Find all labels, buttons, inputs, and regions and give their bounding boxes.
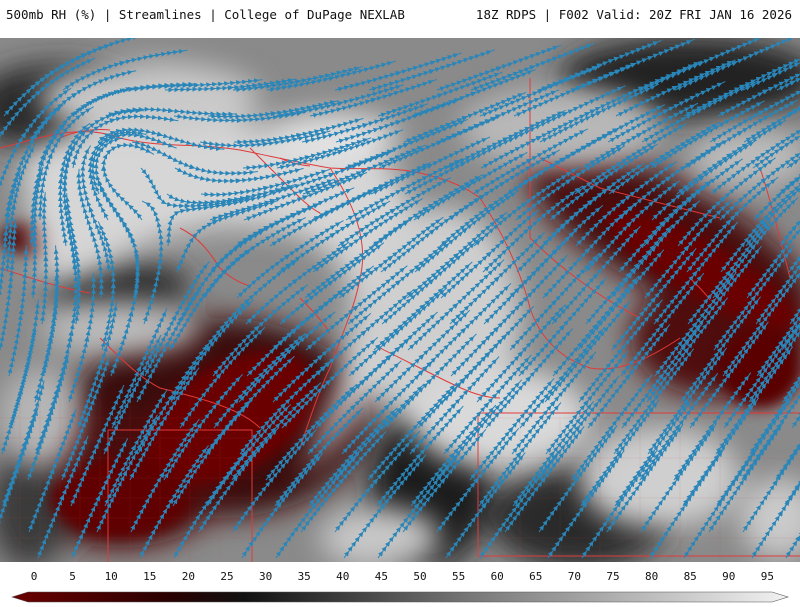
legend-label: 60: [490, 570, 504, 583]
map-title-left: 500mb RH (%) | Streamlines | College of …: [6, 7, 405, 22]
legend-label: 20: [181, 570, 196, 583]
legend-label: 25: [220, 570, 234, 583]
legend-label: 45: [374, 570, 389, 583]
legend-label: 95: [760, 570, 775, 583]
legend-label: 70: [567, 570, 582, 583]
map-panel: [0, 38, 800, 562]
legend-label: 30: [258, 570, 273, 583]
legend-label: 15: [143, 570, 157, 583]
color-legend: 0 5 10 15 20 25 30 35 40 45 50 55 60 65 70 75 80 85 90 95: [0, 570, 800, 603]
legend-label: 85: [683, 570, 697, 583]
map-canvas: [0, 38, 800, 562]
legend-label: 0: [30, 570, 38, 583]
legend-label: 75: [606, 570, 620, 583]
legend-label: 55: [451, 570, 466, 583]
legend-label: 5: [69, 570, 76, 583]
map-title-right: 18Z RDPS | F002 Valid: 20Z FRI JAN 16 20…: [475, 7, 792, 22]
legend-label: 50: [413, 570, 427, 583]
header: 500mb RH (%) | Streamlines | College of …: [0, 0, 800, 30]
legend-label: 65: [529, 570, 543, 583]
legend-labels: 0 5 10 15 20 25 30 35 40 45 50 55 60 65 70 75 80 85 90 95: [0, 570, 800, 584]
legend-label: 80: [644, 570, 659, 583]
legend-label: 40: [336, 570, 350, 583]
legend-label: 90: [722, 570, 736, 583]
legend-label: 10: [104, 570, 118, 583]
legend-label: 35: [297, 570, 311, 583]
colorbar: [0, 588, 800, 603]
